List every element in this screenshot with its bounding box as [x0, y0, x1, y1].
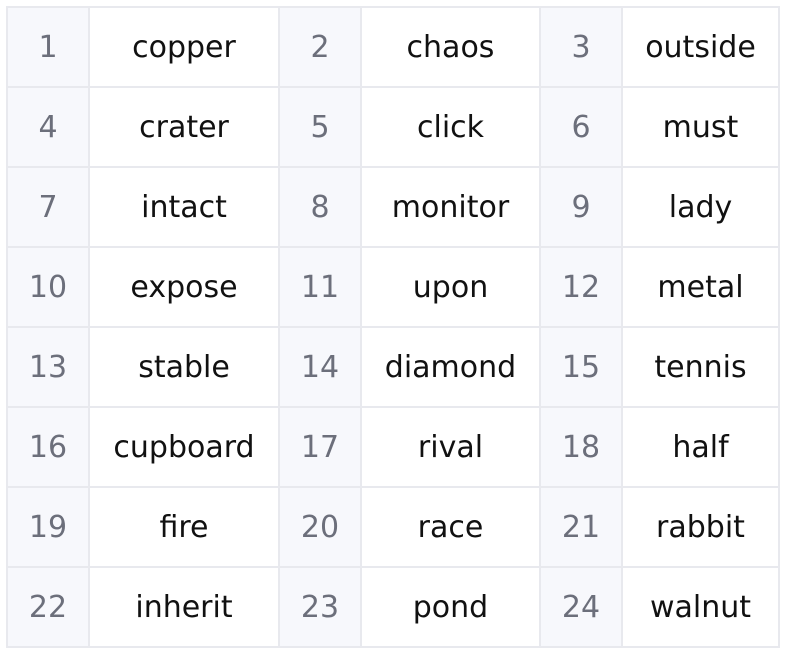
word-cell: diamond	[360, 326, 541, 408]
word-number: 9	[539, 166, 623, 248]
word-number: 7	[6, 166, 90, 248]
word-number: 4	[6, 86, 90, 168]
word-number: 13	[6, 326, 90, 408]
word-cell: copper	[88, 6, 280, 88]
word-grid: 1 copper 2 chaos 3 outside 4 crater 5 click 6 must 7…	[6, 6, 780, 648]
word-number: 1	[6, 6, 90, 88]
word-number: 6	[539, 86, 623, 168]
word-cell: monitor	[360, 166, 541, 248]
word-cell: walnut	[621, 566, 780, 648]
word-cell: chaos	[360, 6, 541, 88]
table-row: 7 intact 8 monitor 9 lady	[6, 166, 780, 248]
word-cell: cupboard	[88, 406, 280, 488]
word-number: 2	[278, 6, 362, 88]
word-cell: pond	[360, 566, 541, 648]
word-cell: race	[360, 486, 541, 568]
word-cell: stable	[88, 326, 280, 408]
word-cell: rival	[360, 406, 541, 488]
table-row: 13 stable 14 diamond 15 tennis	[6, 326, 780, 408]
word-cell: half	[621, 406, 780, 488]
word-number: 15	[539, 326, 623, 408]
word-cell: fire	[88, 486, 280, 568]
word-cell: tennis	[621, 326, 780, 408]
word-cell: metal	[621, 246, 780, 328]
word-cell: expose	[88, 246, 280, 328]
word-number: 12	[539, 246, 623, 328]
word-number: 14	[278, 326, 362, 408]
word-cell: must	[621, 86, 780, 168]
word-cell: crater	[88, 86, 280, 168]
word-number: 21	[539, 486, 623, 568]
word-cell: inherit	[88, 566, 280, 648]
word-number: 22	[6, 566, 90, 648]
word-number: 8	[278, 166, 362, 248]
word-number: 5	[278, 86, 362, 168]
table-row: 16 cupboard 17 rival 18 half	[6, 406, 780, 488]
word-number: 16	[6, 406, 90, 488]
table-row: 4 crater 5 click 6 must	[6, 86, 780, 168]
word-number: 23	[278, 566, 362, 648]
word-cell: click	[360, 86, 541, 168]
word-number: 20	[278, 486, 362, 568]
word-number: 17	[278, 406, 362, 488]
word-number: 3	[539, 6, 623, 88]
word-number: 11	[278, 246, 362, 328]
word-cell: lady	[621, 166, 780, 248]
table-row: 1 copper 2 chaos 3 outside	[6, 6, 780, 88]
word-cell: rabbit	[621, 486, 780, 568]
word-number: 24	[539, 566, 623, 648]
word-number: 19	[6, 486, 90, 568]
word-cell: outside	[621, 6, 780, 88]
table-row: 22 inherit 23 pond 24 walnut	[6, 566, 780, 648]
word-cell: intact	[88, 166, 280, 248]
table-row: 19 fire 20 race 21 rabbit	[6, 486, 780, 568]
table-row: 10 expose 11 upon 12 metal	[6, 246, 780, 328]
word-number: 18	[539, 406, 623, 488]
word-number: 10	[6, 246, 90, 328]
word-cell: upon	[360, 246, 541, 328]
